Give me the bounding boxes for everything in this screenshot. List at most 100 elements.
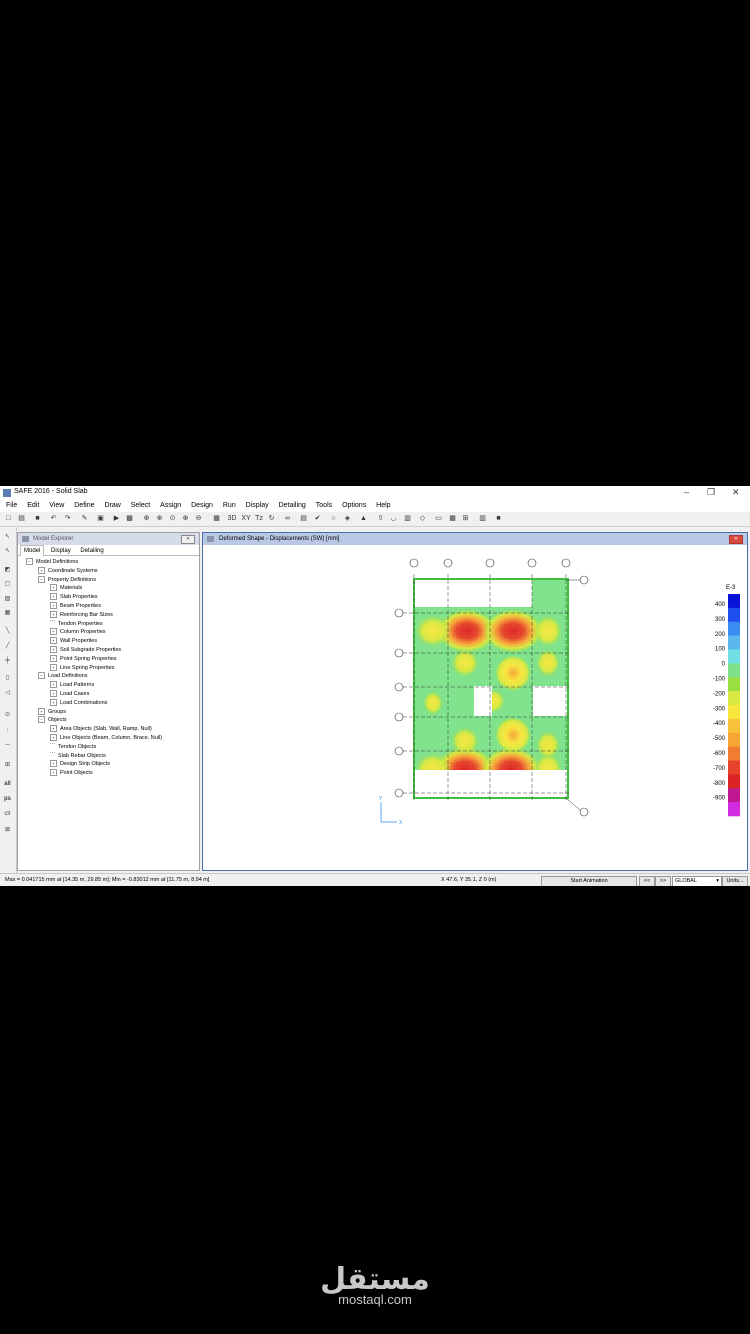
clear-selection-button[interactable]: clr [2,809,13,820]
view-tz-button[interactable]: Tz [253,514,265,523]
grid-bubble[interactable] [527,558,537,568]
expand-icon[interactable]: + [50,698,57,706]
tree-node[interactable]: + Wall Properties [50,637,97,645]
tree-node[interactable]: + Soil Subgrade Properties [50,646,121,654]
collapse-icon[interactable]: − [38,672,45,680]
tree-node[interactable]: Tendon Objects [50,743,96,751]
menu-define[interactable]: Define [74,500,94,512]
report-icon[interactable]: ▥ [478,514,487,523]
expand-icon[interactable]: + [50,628,57,636]
menu-display[interactable]: Display [246,500,269,512]
dimension-icon[interactable]: ⫶ [2,726,13,737]
pan-icon[interactable]: ▦ [212,514,221,523]
tree-node[interactable]: + Point Spring Properties [50,654,117,663]
collapse-icon[interactable]: − [38,575,45,583]
grid-bubble[interactable] [579,575,589,585]
tree-node[interactable]: + Coordinate Systems [38,566,98,575]
tree-node[interactable]: + Load Cases [50,690,89,698]
tree-node[interactable]: − Objects [38,716,67,724]
pin-icon[interactable] [22,536,29,542]
draw-point-icon[interactable]: ⊙ [2,710,13,721]
pointer-icon[interactable]: ↖ [2,532,13,543]
draw-beam-icon[interactable]: ╱ [2,641,13,652]
grid-bubble[interactable] [394,608,404,618]
close-button[interactable]: ✕ [732,487,740,498]
slab-forces-icon[interactable]: ▥ [403,514,412,523]
expand-icon[interactable]: + [38,566,45,574]
draw-rectangle-icon[interactable]: ▢ [2,579,13,590]
displacement-contour-plot[interactable]: X Y E-3 400 300 200 100 0 -100 -200 -300 -400 -500 -… [203,545,747,869]
expand-icon[interactable]: + [50,654,57,662]
check-icon[interactable]: ✔ [313,514,322,523]
tree-node[interactable]: + Slab Properties [50,593,98,601]
expand-icon[interactable]: + [50,690,57,698]
warning-icon[interactable]: ▲ [359,514,368,523]
tab-model[interactable]: Model [20,545,45,556]
expand-icon[interactable]: + [50,646,57,654]
tree-node[interactable]: + Groups [38,707,66,716]
draw-column-icon[interactable]: ╪ [2,656,13,667]
pencil-icon[interactable]: ✎ [80,514,89,523]
menu-view[interactable]: View [49,500,64,512]
expand-icon[interactable]: + [50,760,57,768]
menu-detailing[interactable]: Detailing [279,500,306,512]
menu-design[interactable]: Design [191,500,213,512]
grid-bubble[interactable] [561,558,571,568]
units-button[interactable]: Units... [722,876,748,886]
collapse-icon[interactable]: − [38,716,45,724]
tree-node[interactable]: + Line Spring Properties [50,663,114,672]
grid-bubble[interactable] [394,712,404,722]
save-icon[interactable]: ■ [33,514,42,523]
circle-icon[interactable]: ○ [329,514,338,523]
pin-icon[interactable] [207,536,214,542]
grid-bubble[interactable] [409,558,419,568]
menu-select[interactable]: Select [131,500,150,512]
beam-forces-icon[interactable]: ◇ [418,514,427,523]
expand-icon[interactable]: + [50,610,57,618]
grid-bubble[interactable] [394,746,404,756]
view-xy-button[interactable]: XY [240,514,252,523]
expand-icon[interactable]: + [50,637,57,645]
expand-icon[interactable]: + [50,663,57,671]
tree-node[interactable]: + Load Patterns [50,681,94,689]
grid-bubble[interactable] [443,558,453,568]
tree-node[interactable]: + Design Strip Objects [50,760,110,768]
book-icon[interactable]: ■ [494,514,503,523]
redo-icon[interactable]: ↷ [63,514,72,523]
zoom-window-icon[interactable]: ⊕ [142,514,151,523]
start-animation-button[interactable]: Start Animation [541,876,637,886]
reshape-icon[interactable]: ↖ [2,546,13,557]
menu-options[interactable]: Options [342,500,366,512]
tree-node[interactable]: + Point Objects [50,769,93,777]
menu-run[interactable]: Run [223,500,236,512]
draw-area-icon[interactable]: ◩ [2,565,13,576]
select-all-button[interactable]: all [2,779,13,790]
glasses-icon[interactable]: ∞ [283,514,292,523]
zoom-restore-icon[interactable]: ⊕ [155,514,164,523]
tree-node[interactable]: + Area Objects (Slab, Wall, Ramp, Null) [50,725,152,733]
menu-file[interactable]: File [6,500,17,512]
menu-draw[interactable]: Draw [104,500,120,512]
tree-node[interactable]: Tendon Properties [50,620,103,628]
next-button[interactable]: >> [655,876,671,886]
rotate-icon[interactable]: ↻ [267,514,276,523]
expand-icon[interactable]: + [50,681,57,689]
draw-slab-icon[interactable]: ▦ [2,608,13,619]
expand-icon[interactable]: + [50,734,57,742]
previous-button[interactable]: << [639,876,655,886]
tree-node[interactable]: + Reinforcing Bar Sizes [50,610,113,619]
select-grid-icon[interactable]: ⊞ [461,514,470,523]
open-icon[interactable]: ▤ [17,514,26,523]
grid-bubble[interactable] [394,682,404,692]
tree-node[interactable]: − Model Definitions [26,558,78,566]
deformed-shape-icon[interactable]: ◈ [343,514,352,523]
close-icon[interactable]: ✕ [181,535,195,544]
collapse-icon[interactable]: − [26,558,33,566]
draw-wall-icon[interactable]: ▯ [2,673,13,684]
menu-tools[interactable]: Tools [316,500,332,512]
grid-bubble[interactable] [394,788,404,798]
display-options-icon[interactable]: ▤ [299,514,308,523]
tree-node[interactable]: + Column Properties [50,628,106,636]
reinforcement-icon[interactable]: ▭ [434,514,443,523]
expand-icon[interactable]: + [50,593,57,601]
